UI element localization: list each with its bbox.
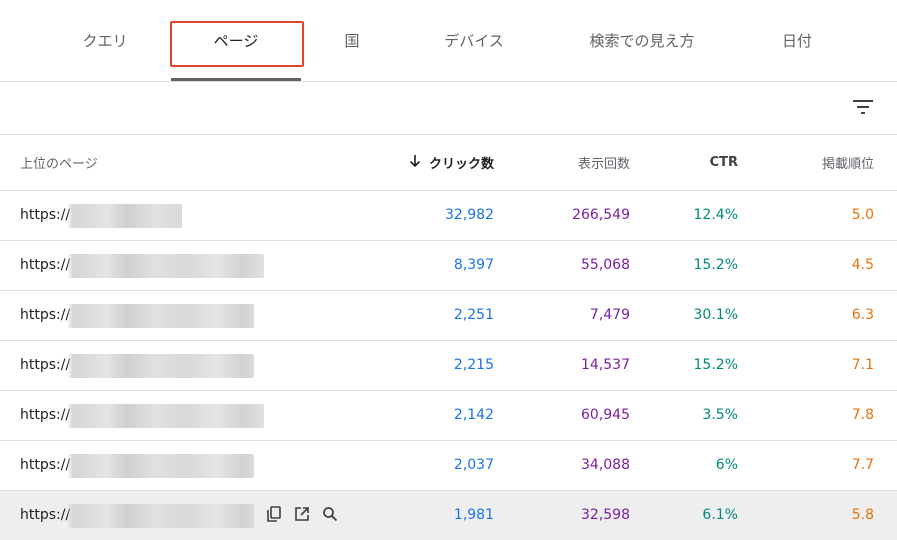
tab-query[interactable]: クエリ [40, 0, 170, 81]
table-row[interactable]: https:// 2,251 7,479 30.1% 6.3 [0, 291, 897, 341]
position-value: 7.8 [851, 407, 874, 423]
table-row[interactable]: https:// 32,982 266,549 12.4% 5.0 [0, 191, 897, 241]
impressions-value: 55,068 [581, 257, 630, 273]
ctr-value: 3.5% [702, 407, 738, 423]
position-value: 5.8 [851, 507, 874, 523]
impressions-value: 266,549 [572, 207, 630, 223]
filter-icon[interactable] [853, 98, 873, 116]
redacted-url [67, 254, 264, 278]
tab-label: 国 [344, 32, 360, 50]
table-row[interactable]: https:// 2,142 60,945 3.5% 7.8 [0, 391, 897, 441]
impressions-value: 34,088 [581, 457, 630, 473]
tab-search-appearance[interactable]: 検索での見え方 [560, 0, 724, 81]
header-clicks[interactable]: クリック数 [409, 135, 494, 190]
tab-country[interactable]: 国 [300, 0, 404, 81]
header-impressions[interactable]: 表示回数 [578, 135, 630, 190]
redacted-url [67, 304, 254, 328]
clicks-value: 2,251 [453, 307, 494, 323]
tab-device[interactable]: デバイス [404, 0, 544, 81]
tab-page[interactable]: ページ [171, 0, 301, 81]
redacted-url [67, 504, 254, 528]
redacted-url [67, 204, 182, 228]
ctr-value: 12.4% [693, 207, 738, 223]
table-toolbar [0, 82, 897, 135]
table-row[interactable]: https:// 2,215 14,537 15.2% 7.1 [0, 341, 897, 391]
ctr-value: 30.1% [693, 307, 738, 323]
position-value: 7.7 [851, 457, 874, 473]
position-value: 5.0 [851, 207, 874, 223]
page-url[interactable]: https:// [20, 441, 70, 489]
page-url[interactable]: https:// [20, 241, 70, 289]
position-value: 6.3 [851, 307, 874, 323]
tab-label: ページ [213, 32, 259, 50]
page-url[interactable]: https:// [20, 341, 70, 389]
header-top-pages: 上位のページ [20, 157, 98, 172]
page-url[interactable]: https:// [20, 291, 70, 339]
clicks-value: 2,037 [453, 457, 494, 473]
position-value: 7.1 [851, 357, 874, 373]
table-row-hovered[interactable]: https:// 1,981 32,598 6.1% 5.8 [0, 491, 897, 540]
row-actions [265, 505, 339, 523]
impressions-value: 60,945 [581, 407, 630, 423]
position-value: 4.5 [851, 257, 874, 273]
redacted-url [67, 354, 254, 378]
clicks-value: 2,142 [453, 407, 494, 423]
copy-icon[interactable] [265, 505, 283, 523]
header-clicks-label: クリック数 [428, 157, 494, 172]
clicks-value: 2,215 [453, 357, 494, 373]
impressions-value: 7,479 [589, 307, 630, 323]
page-url[interactable]: https:// [20, 491, 70, 539]
ctr-value: 15.2% [693, 357, 738, 373]
header-position[interactable]: 掲載順位 [822, 135, 874, 190]
clicks-value: 8,397 [453, 257, 494, 273]
active-tab-indicator [171, 78, 301, 81]
redacted-url [67, 404, 264, 428]
dimension-tabs: クエリ ページ 国 デバイス 検索での見え方 日付 [0, 0, 897, 82]
header-ctr[interactable]: CTR [710, 135, 738, 190]
ctr-value: 6% [715, 457, 738, 473]
tab-label: 検索での見え方 [589, 32, 695, 50]
tab-label: デバイス [444, 32, 504, 50]
impressions-value: 14,537 [581, 357, 630, 373]
ctr-value: 15.2% [693, 257, 738, 273]
clicks-value: 1,981 [453, 507, 494, 523]
table-header: 上位のページ クリック数 表示回数 CTR 掲載順位 [0, 135, 897, 191]
search-icon[interactable] [321, 505, 339, 523]
table-row[interactable]: https:// 2,037 34,088 6% 7.7 [0, 441, 897, 491]
redacted-url [67, 454, 254, 478]
clicks-value: 32,982 [445, 207, 494, 223]
tab-label: クエリ [82, 32, 128, 50]
page-url[interactable]: https:// [20, 391, 70, 439]
pages-table: 上位のページ クリック数 表示回数 CTR 掲載順位 https:// 32,9… [0, 135, 897, 540]
impressions-value: 32,598 [581, 507, 630, 523]
open-in-new-icon[interactable] [293, 505, 311, 523]
page-url[interactable]: https:// [20, 191, 70, 239]
tab-label: 日付 [781, 32, 812, 50]
arrow-down-icon [409, 154, 421, 172]
table-row[interactable]: https:// 8,397 55,068 15.2% 4.5 [0, 241, 897, 291]
ctr-value: 6.1% [702, 507, 738, 523]
tab-date[interactable]: 日付 [730, 0, 864, 81]
